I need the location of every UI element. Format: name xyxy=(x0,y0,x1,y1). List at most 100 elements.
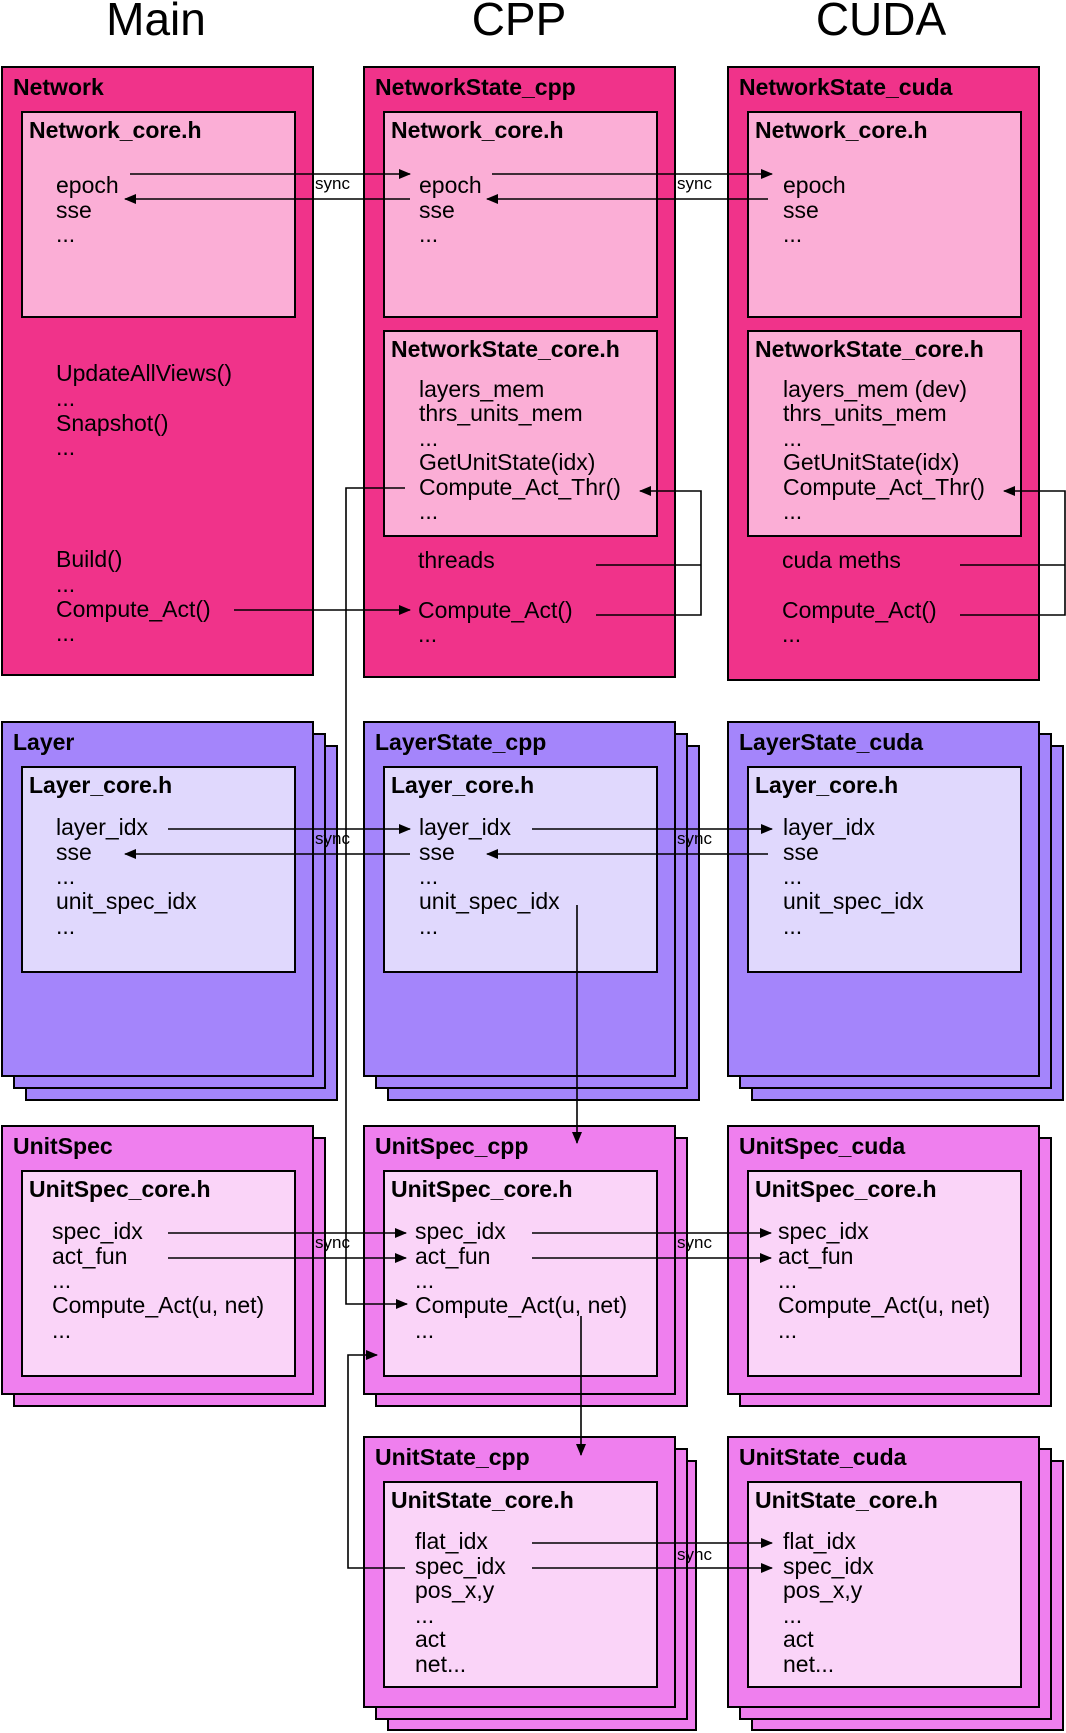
unitspec-cuda-core-line: ... xyxy=(778,1317,798,1343)
unitspec-main-core-line: act_fun xyxy=(52,1243,128,1269)
column-title-main: Main xyxy=(106,0,206,45)
layer-cpp-title: LayerState_cpp xyxy=(375,729,547,755)
unitstate-cuda-core-line: pos_x,y xyxy=(783,1577,863,1603)
unitspec-cuda-core-line: ... xyxy=(778,1267,798,1293)
network-cuda-line: Compute_Act() xyxy=(782,597,937,623)
network-cuda-state-line: thrs_units_mem xyxy=(783,400,947,426)
layer-main-core-line: sse xyxy=(56,839,92,865)
layer-cuda-core-line: ... xyxy=(783,863,803,889)
unitstate-cuda-core-line: ... xyxy=(783,1602,803,1628)
network-cpp-line: ... xyxy=(418,621,438,647)
unitstate-cpp-core-line: act xyxy=(415,1626,446,1652)
unitstate-cpp-core-line: spec_idx xyxy=(415,1553,506,1579)
layer-cpp-box: LayerState_cpp Layer_core.h layer_idx ss… xyxy=(363,721,676,1077)
unitstate-cuda-core-line: net... xyxy=(783,1651,835,1677)
unitstate-cpp-core-title: UnitState_core.h xyxy=(391,1487,574,1513)
layer-main-title: Layer xyxy=(13,729,75,755)
network-cuda-core-line: epoch xyxy=(783,172,846,198)
unitspec-main-core-title: UnitSpec_core.h xyxy=(29,1176,211,1202)
network-cuda-core-line: ... xyxy=(783,221,803,247)
layer-cpp-core-box: Layer_core.h layer_idx sse ... unit_spec… xyxy=(383,766,658,973)
unitstate-cpp-core-line: pos_x,y xyxy=(415,1577,495,1603)
network-main-core-line: ... xyxy=(56,221,76,247)
unitspec-main-core-line: ... xyxy=(52,1267,72,1293)
network-main-line: Snapshot() xyxy=(56,410,169,436)
layer-cpp-core-line: ... xyxy=(419,863,439,889)
network-cuda-state-line: ... xyxy=(783,425,803,451)
network-cpp-core-line: ... xyxy=(419,221,439,247)
unitspec-main-box: UnitSpec UnitSpec_core.h spec_idx act_fu… xyxy=(1,1125,314,1395)
sync-label: sync xyxy=(315,174,350,193)
unitstate-cpp-core-line: flat_idx xyxy=(415,1528,488,1554)
network-cuda-state-line: layers_mem (dev) xyxy=(783,376,968,402)
unitstate-cuda-title: UnitState_cuda xyxy=(739,1444,907,1470)
layer-main-box: Layer Layer_core.h layer_idx sse ... uni… xyxy=(1,721,314,1077)
layer-cpp-core-line: layer_idx xyxy=(419,814,512,840)
unitspec-cuda-core-title: UnitSpec_core.h xyxy=(755,1176,937,1202)
unitstate-cuda-core-line: flat_idx xyxy=(783,1528,856,1554)
network-main-box: Network Network_core.h epoch sse ... Upd… xyxy=(1,66,314,676)
unitspec-cpp-core-line: Compute_Act(u, net) xyxy=(415,1292,628,1318)
layer-cpp-core-line: sse xyxy=(419,839,455,865)
unitstate-cuda-core-line: spec_idx xyxy=(783,1553,874,1579)
network-cpp-box: NetworkState_cpp Network_core.h epoch ss… xyxy=(363,66,676,678)
layer-cpp-core-line: unit_spec_idx xyxy=(419,888,560,914)
unitspec-cuda-core-line: Compute_Act(u, net) xyxy=(778,1292,991,1318)
sync-label: sync xyxy=(677,174,712,193)
network-cpp-core-line: sse xyxy=(419,197,455,223)
network-cpp-core-line: epoch xyxy=(419,172,482,198)
network-main-line: ... xyxy=(56,385,76,411)
network-cpp-state-line: ... xyxy=(419,498,439,524)
network-cuda-core-box: Network_core.h epoch sse ... xyxy=(747,111,1022,318)
layer-cuda-core-line: unit_spec_idx xyxy=(783,888,924,914)
layer-main-core-title: Layer_core.h xyxy=(29,772,173,798)
unitspec-cpp-core-line: ... xyxy=(415,1267,435,1293)
unitspec-cuda-box: UnitSpec_cuda UnitSpec_core.h spec_idx a… xyxy=(727,1125,1040,1395)
unitspec-main-core-box: UnitSpec_core.h spec_idx act_fun ... Com… xyxy=(21,1170,296,1377)
layer-cuda-box: LayerState_cuda Layer_core.h layer_idx s… xyxy=(727,721,1040,1077)
column-title-cuda: CUDA xyxy=(815,0,947,45)
network-cuda-state-line: ... xyxy=(783,498,803,524)
unitspec-cuda-core-line: spec_idx xyxy=(778,1218,869,1244)
unitstate-cpp-core-box: UnitState_core.h flat_idx spec_idx pos_x… xyxy=(383,1481,658,1688)
network-cpp-state-line: GetUnitState(idx) xyxy=(419,449,596,475)
network-cuda-state-title: NetworkState_core.h xyxy=(755,336,984,362)
network-cpp-state-box: NetworkState_core.h layers_mem thrs_unit… xyxy=(383,330,658,537)
network-main-core-box: Network_core.h epoch sse ... xyxy=(21,111,296,318)
unitstate-cpp-title: UnitState_cpp xyxy=(375,1444,530,1470)
network-cpp-core-box: Network_core.h epoch sse ... xyxy=(383,111,658,318)
unitspec-cpp-core-line: spec_idx xyxy=(415,1218,506,1244)
sync-label: sync xyxy=(677,829,712,848)
network-cpp-state-line: Compute_Act_Thr() xyxy=(419,474,621,500)
unitstate-cpp-box: UnitState_cpp UnitState_core.h flat_idx … xyxy=(363,1436,676,1708)
layer-cuda-core-line: ... xyxy=(783,913,803,939)
network-cuda-state-line: Compute_Act_Thr() xyxy=(783,474,985,500)
layer-cuda-title: LayerState_cuda xyxy=(739,729,924,755)
network-cpp-state-line: thrs_units_mem xyxy=(419,400,583,426)
layer-cuda-core-line: layer_idx xyxy=(783,814,876,840)
layer-cpp-core-line: ... xyxy=(419,913,439,939)
layer-main-core-box: Layer_core.h layer_idx sse ... unit_spec… xyxy=(21,766,296,973)
network-main-line: Compute_Act() xyxy=(56,596,211,622)
network-main-line: ... xyxy=(56,620,76,646)
network-main-title: Network xyxy=(13,74,104,100)
layer-main-core-line: layer_idx xyxy=(56,814,149,840)
network-main-line: ... xyxy=(56,434,76,460)
network-cuda-line: ... xyxy=(782,621,802,647)
architecture-diagram: Main CPP CUDA Network Network_core.h epo… xyxy=(0,0,1066,1733)
network-cuda-box: NetworkState_cuda Network_core.h epoch s… xyxy=(727,66,1040,681)
unitspec-cuda-core-line: act_fun xyxy=(778,1243,854,1269)
network-cuda-state-box: NetworkState_core.h layers_mem (dev) thr… xyxy=(747,330,1022,537)
network-main-core-title: Network_core.h xyxy=(29,117,202,143)
unitspec-main-core-line: Compute_Act(u, net) xyxy=(52,1292,265,1318)
layer-cuda-core-line: sse xyxy=(783,839,819,865)
network-cpp-title: NetworkState_cpp xyxy=(375,74,576,100)
unitstate-cuda-box: UnitState_cuda UnitState_core.h flat_idx… xyxy=(727,1436,1040,1708)
layer-main-core-line: unit_spec_idx xyxy=(56,888,197,914)
sync-label: sync xyxy=(315,829,350,848)
column-title-cpp: CPP xyxy=(471,0,567,45)
unitstate-cuda-core-box: UnitState_core.h flat_idx spec_idx pos_x… xyxy=(747,1481,1022,1688)
network-cpp-line: Compute_Act() xyxy=(418,597,573,623)
network-cuda-core-title: Network_core.h xyxy=(755,117,928,143)
unitspec-cuda-core-box: UnitSpec_core.h spec_idx act_fun ... Com… xyxy=(747,1170,1022,1377)
